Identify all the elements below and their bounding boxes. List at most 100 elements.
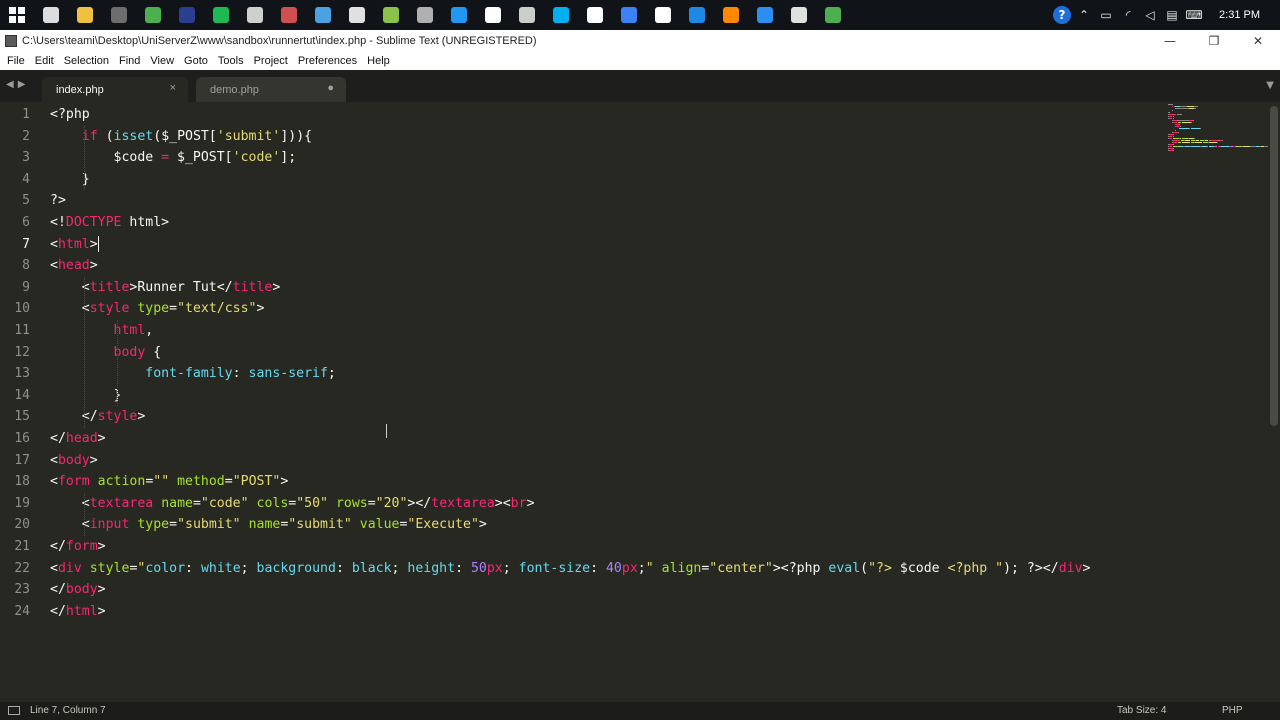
code-token: =	[192, 495, 201, 511]
code-line[interactable]: $code = $_POST['code'];	[50, 147, 297, 169]
code-token: html>	[121, 215, 170, 230]
menu-goto[interactable]: Goto	[179, 55, 213, 67]
app-icon-20[interactable]	[680, 0, 714, 30]
code-line[interactable]: <input type="submit" name="submit" value…	[50, 514, 487, 536]
tab-size-indicator[interactable]: Tab Size: 4	[1117, 705, 1166, 716]
minimap[interactable]	[1162, 102, 1280, 702]
maximize-button[interactable]: ❐	[1192, 30, 1236, 51]
minimap-line	[1194, 106, 1198, 107]
vlc-icon[interactable]	[714, 0, 748, 30]
app-icon-12[interactable]	[408, 0, 442, 30]
line-number: 4	[22, 171, 30, 187]
app-icon-18[interactable]	[612, 0, 646, 30]
indent-guide	[84, 125, 85, 191]
uplay-icon[interactable]	[646, 0, 680, 30]
app-icon-17[interactable]	[578, 0, 612, 30]
minimize-button[interactable]: —	[1148, 30, 1192, 51]
menu-view[interactable]: View	[145, 55, 179, 67]
line-number: 21	[14, 539, 30, 554]
code-line[interactable]: </body>	[50, 579, 106, 601]
menu-help[interactable]: Help	[362, 55, 395, 67]
code-line[interactable]: <?php	[50, 104, 90, 126]
code-line[interactable]: </html>	[50, 601, 106, 623]
code-token: eval	[828, 560, 861, 576]
keyboard-icon[interactable]: ⌨	[1183, 0, 1205, 30]
calculator-icon[interactable]	[782, 0, 816, 30]
battery-icon[interactable]: ▭	[1095, 0, 1117, 30]
line-number: 1	[22, 107, 30, 122]
panel-toggle-icon[interactable]	[8, 706, 20, 715]
syntax-indicator[interactable]: PHP	[1222, 705, 1243, 716]
code-line[interactable]: html,	[50, 320, 154, 342]
tab-demo-php[interactable]: demo.php ●	[196, 77, 346, 102]
premiere-icon[interactable]	[170, 0, 204, 30]
code-editor[interactable]: 1 2 3 4 5 6 7 8 9 10 11 12 13 14 15 16 17 18 19 20 21 22 23 24 …	[0, 102, 1280, 702]
code-line[interactable]: <textarea name="code" cols="50" rows="20…	[50, 493, 535, 515]
menu-selection[interactable]: Selection	[59, 55, 114, 67]
code-line[interactable]: <style type="text/css">	[50, 298, 265, 320]
menu-find[interactable]: Find	[114, 55, 145, 67]
tab-dropdown-icon[interactable]: ▼	[1266, 80, 1274, 91]
code-line[interactable]: <!DOCTYPE html>	[50, 212, 169, 234]
code-line[interactable]: body {	[50, 342, 162, 364]
code-token: </	[50, 582, 66, 598]
menu-tools[interactable]: Tools	[213, 55, 249, 67]
notification-icon[interactable]: ▤	[1161, 0, 1183, 30]
file-explorer-icon[interactable]	[68, 0, 102, 30]
code-line[interactable]: </head>	[50, 428, 106, 450]
chrome-icon[interactable]	[136, 0, 170, 30]
code-token: ></	[407, 495, 432, 511]
code-line[interactable]: <div style="color: white; background: bl…	[50, 558, 1090, 580]
task-view-icon[interactable]	[34, 0, 68, 30]
line-number: 23	[14, 582, 30, 598]
wifi-icon[interactable]: ◜	[1117, 0, 1139, 30]
app-icon-24[interactable]	[816, 0, 850, 30]
code-line[interactable]: <body>	[50, 450, 98, 472]
unsaved-dot-icon[interactable]: ●	[327, 82, 334, 94]
app-icon-15[interactable]	[510, 0, 544, 30]
tab-index-php[interactable]: index.php ×	[42, 77, 188, 102]
close-tab-icon[interactable]: ×	[170, 82, 176, 94]
taskbar-clock[interactable]: 2:31 PM	[1205, 9, 1280, 21]
code-token: ;	[327, 366, 336, 382]
line-number: 20	[14, 517, 30, 533]
volume-icon[interactable]: ◁	[1139, 0, 1161, 30]
code-line[interactable]: <head>	[50, 255, 98, 277]
code-line[interactable]: </form>	[50, 536, 106, 558]
start-button[interactable]	[0, 0, 34, 30]
app-icon-7[interactable]	[238, 0, 272, 30]
code-token: "	[645, 560, 654, 576]
code-line[interactable]: font-family: sans-serif;	[50, 363, 336, 385]
app-icon-9[interactable]	[306, 0, 340, 30]
menu-file[interactable]: File	[2, 55, 30, 67]
menu-edit[interactable]: Edit	[30, 55, 59, 67]
code-line[interactable]: }	[50, 385, 122, 407]
close-button[interactable]: ✕	[1236, 30, 1280, 51]
vertical-scrollbar[interactable]	[1268, 102, 1280, 702]
app-icon-13[interactable]	[442, 0, 476, 30]
sublime-taskbar-icon-glyph	[111, 7, 127, 23]
code-line[interactable]: </style>	[50, 406, 146, 428]
menu-preferences[interactable]: Preferences	[293, 55, 362, 67]
scrollbar-thumb[interactable]	[1270, 106, 1278, 426]
app-icon-22[interactable]	[748, 0, 782, 30]
code-line[interactable]: ?>	[50, 190, 66, 212]
app-icon-11[interactable]	[374, 0, 408, 30]
app-icon-8[interactable]	[272, 0, 306, 30]
code-line[interactable]: if (isset($_POST['submit'])){	[50, 126, 312, 148]
code-line[interactable]: <html>	[50, 234, 99, 256]
app-icon-14[interactable]	[476, 0, 510, 30]
help-icon[interactable]: ?	[1051, 0, 1073, 30]
skype-icon[interactable]	[544, 0, 578, 30]
menu-project[interactable]: Project	[249, 55, 293, 67]
chevron-up-icon[interactable]: ⌃	[1073, 0, 1095, 30]
sublime-taskbar-icon[interactable]	[102, 0, 136, 30]
skype-icon-glyph	[553, 7, 569, 23]
line-number: 2	[22, 128, 30, 144]
app-icon-10[interactable]	[340, 0, 374, 30]
tab-nav-arrows-icon[interactable]: ◀▶	[6, 79, 29, 90]
code-line[interactable]: <form action="" method="POST">	[50, 471, 288, 493]
spotify-icon[interactable]	[204, 0, 238, 30]
code-area[interactable]: <?php if (isset($_POST['submit'])){ $cod…	[50, 102, 1160, 702]
code-token: <?php "	[939, 560, 1004, 576]
